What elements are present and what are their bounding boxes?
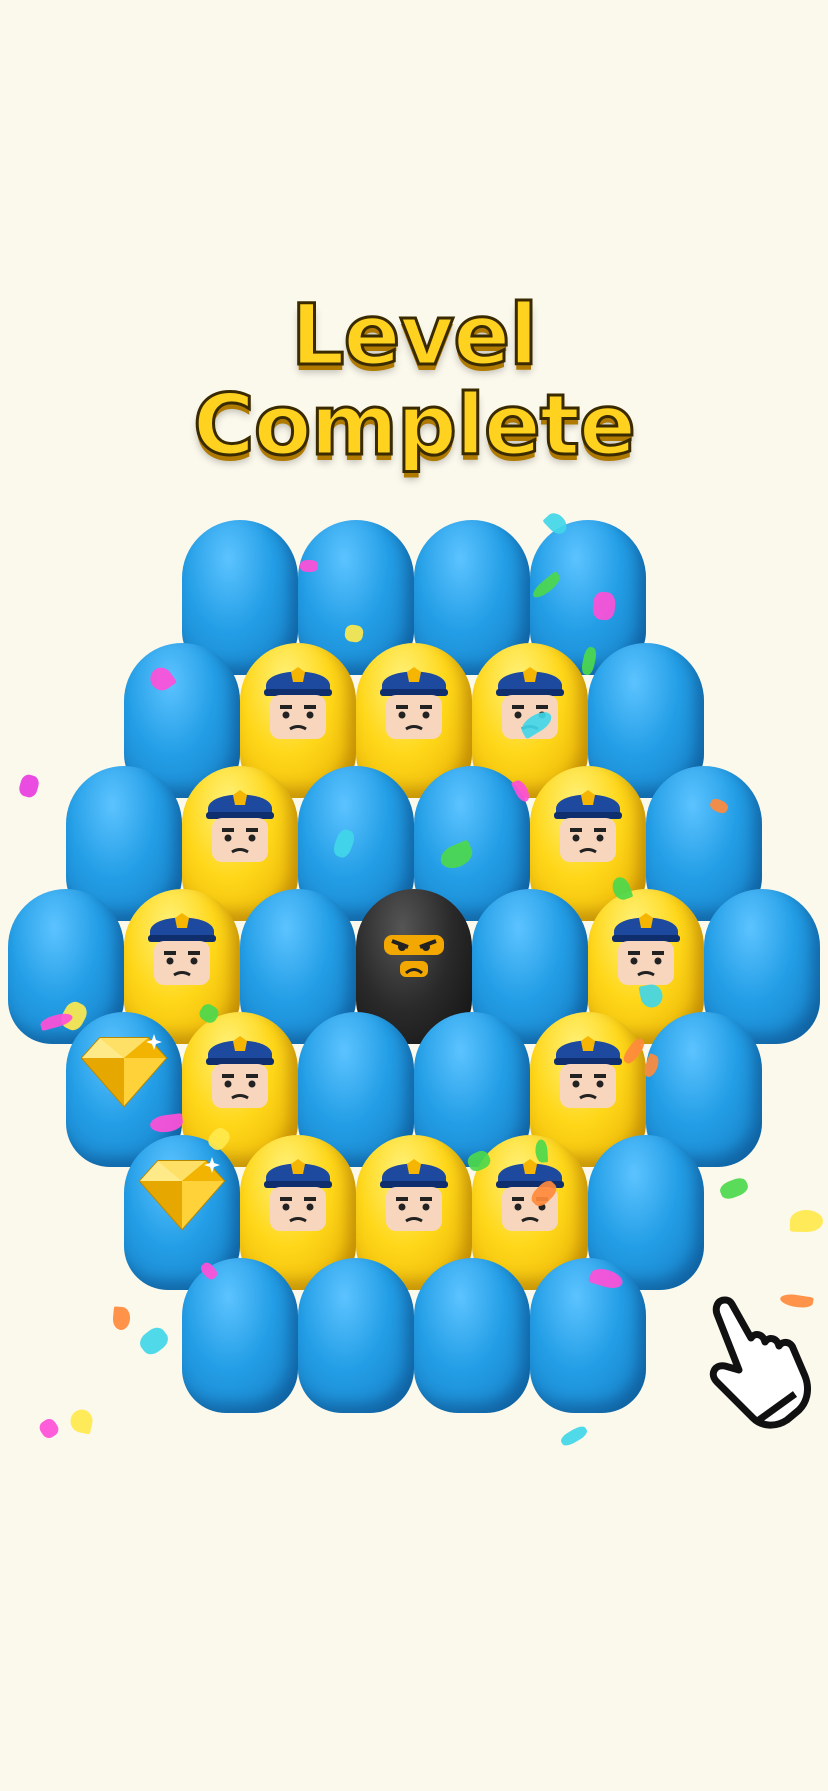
- confetti-piece: [592, 591, 616, 621]
- ninja-face-icon: [374, 903, 454, 993]
- pawn-body: [182, 1258, 298, 1413]
- pawn-body: [414, 1258, 530, 1413]
- blue-pawn[interactable]: [414, 1258, 530, 1413]
- gold-diamond-icon: [80, 1030, 168, 1110]
- police-face-icon: [490, 1149, 570, 1239]
- police-face-icon: [548, 1026, 628, 1116]
- police-face-icon: [548, 780, 628, 870]
- police-face-icon: [374, 657, 454, 747]
- pawn-body: [298, 1258, 414, 1413]
- game-board: [0, 0, 828, 1791]
- police-face-icon: [258, 657, 338, 747]
- police-face-icon: [142, 903, 222, 993]
- tap-hand-icon: [709, 1296, 811, 1429]
- gold-diamond-icon: [138, 1153, 226, 1233]
- police-face-icon: [200, 780, 280, 870]
- blue-pawn[interactable]: [298, 1258, 414, 1413]
- confetti-piece: [789, 1209, 824, 1233]
- police-face-icon: [200, 1026, 280, 1116]
- police-face-icon: [374, 1149, 454, 1239]
- confetti-piece: [300, 560, 318, 572]
- blue-pawn[interactable]: [182, 1258, 298, 1413]
- police-face-icon: [258, 1149, 338, 1239]
- police-face-icon: [606, 903, 686, 993]
